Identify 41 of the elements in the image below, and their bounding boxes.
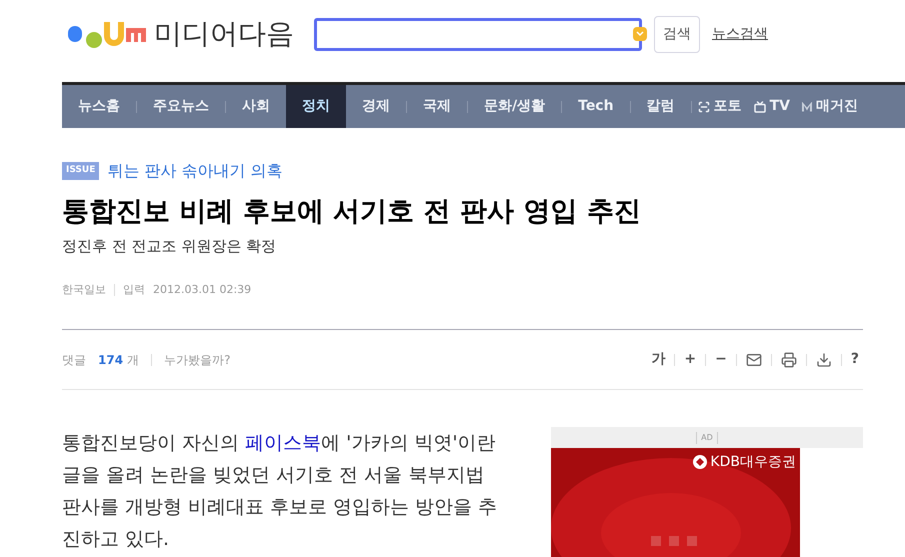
nav-tab[interactable]: 사회	[226, 85, 286, 128]
printer-icon[interactable]	[780, 352, 797, 368]
article-headline: 통합진보 비례 후보에 서기호 전 판사 영입 추진	[62, 195, 642, 229]
count-unit: 개	[127, 352, 140, 368]
nav-tab[interactable]: 매거진	[796, 85, 864, 128]
source-name: 한국일보	[62, 282, 106, 298]
nav-tab[interactable]: 국제	[407, 85, 467, 128]
ad-label: AD	[696, 432, 718, 444]
mail-icon[interactable]	[746, 352, 762, 368]
nav-tab[interactable]: Tech	[562, 85, 630, 128]
tool-button[interactable]: −	[715, 349, 727, 370]
nav-tab[interactable]: 문화/생활	[468, 85, 562, 128]
article-subheadline: 정진후 전 전교조 위원장은 확정	[62, 236, 278, 257]
issue-badge: ISSUE	[62, 162, 100, 180]
nav-tab[interactable]: 뉴스홈	[62, 85, 136, 128]
news-search-link[interactable]: 뉴스검색	[712, 24, 768, 44]
tv-icon	[754, 100, 766, 112]
frame-icon	[698, 100, 710, 112]
m-icon	[802, 102, 812, 112]
site-title: 미디어다음	[154, 16, 294, 52]
download-icon[interactable]	[816, 352, 832, 368]
ad-brand: KDB대우증권	[710, 455, 796, 469]
nav-tab[interactable]: 정치	[286, 85, 346, 128]
nav-tab[interactable]: 주요뉴스	[137, 85, 225, 128]
nav-tab[interactable]: 포토	[692, 85, 748, 128]
comment-count[interactable]: 174	[98, 350, 124, 368]
tool-button[interactable]: ?	[850, 349, 859, 370]
issue-link[interactable]: 튀는 판사 솎아내기 의혹	[107, 159, 283, 183]
comments-label: 댓글	[62, 352, 86, 368]
tool-button[interactable]: 가	[651, 349, 666, 370]
facebook-link[interactable]: 페이스북	[245, 432, 322, 454]
nav-tab[interactable]: 칼럼	[630, 85, 691, 128]
input-label: 입력	[123, 282, 145, 298]
tool-button[interactable]: +	[684, 349, 696, 370]
nav-tab[interactable]: TV	[748, 85, 796, 128]
who-viewed-link[interactable]: 누가봤을까?	[164, 350, 230, 368]
search-button[interactable]: 검색	[654, 16, 700, 52]
brand-logo-icon	[692, 454, 708, 470]
article-paragraph: 통합진보당이 자신의 페이스북에 '가카의 빅엿'이란 글을 올려 논란을 빚었던 서기호 전 서울 북부지법 판사를 개방형 비례대표 후보로 영입하는 방안을 추진하고 있다.	[62, 431, 498, 552]
article-datetime: 2012.03.01 02:39	[153, 282, 252, 298]
nav-tab[interactable]: 경제	[346, 85, 406, 128]
